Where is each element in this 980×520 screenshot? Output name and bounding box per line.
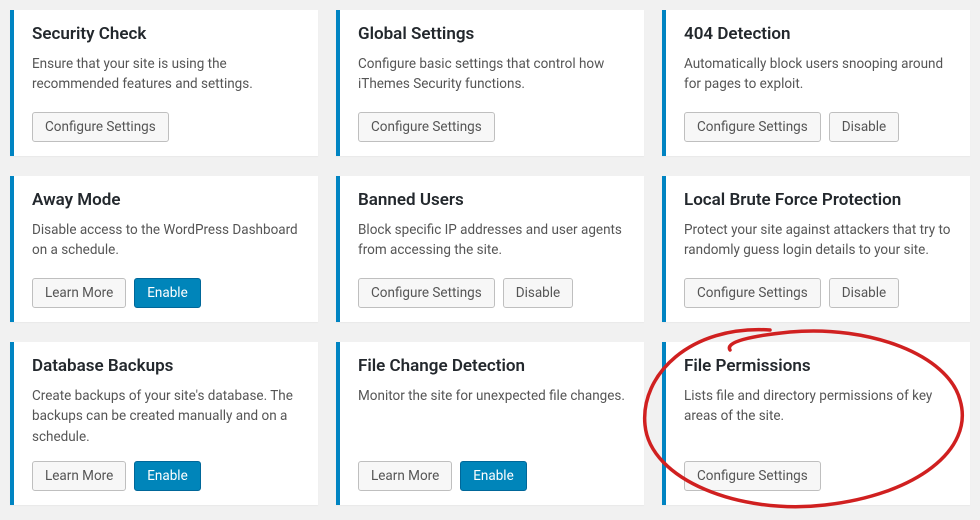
configure-settings-button[interactable]: Configure Settings [684,278,821,308]
disable-button[interactable]: Disable [829,112,899,142]
learn-more-button[interactable]: Learn More [32,461,126,491]
card-title: File Permissions [684,356,952,376]
disable-button[interactable]: Disable [503,278,573,308]
card-banned-users: Banned Users Block specific IP addresses… [336,176,644,322]
card-title: 404 Detection [684,24,952,44]
learn-more-button[interactable]: Learn More [32,278,126,308]
card-description: Block specific IP addresses and user age… [358,220,626,264]
configure-settings-button[interactable]: Configure Settings [358,112,495,142]
enable-button[interactable]: Enable [134,461,201,491]
card-description: Configure basic settings that control ho… [358,54,626,98]
card-title: Database Backups [32,356,300,376]
disable-button[interactable]: Disable [829,278,899,308]
security-settings-grid: Security Check Ensure that your site is … [10,10,970,505]
card-description: Monitor the site for unexpected file cha… [358,386,626,447]
card-local-brute-force-protection: Local Brute Force Protection Protect you… [662,176,970,322]
card-actions: Configure Settings Disable [358,278,626,308]
card-file-permissions: File Permissions Lists file and director… [662,342,970,505]
card-description: Automatically block users snooping aroun… [684,54,952,98]
card-file-change-detection: File Change Detection Monitor the site f… [336,342,644,505]
enable-button[interactable]: Enable [134,278,201,308]
configure-settings-button[interactable]: Configure Settings [684,112,821,142]
learn-more-button[interactable]: Learn More [358,461,452,491]
card-title: Away Mode [32,190,300,210]
card-title: Security Check [32,24,300,44]
card-title: File Change Detection [358,356,626,376]
card-404-detection: 404 Detection Automatically block users … [662,10,970,156]
card-actions: Configure Settings [358,112,626,142]
configure-settings-button[interactable]: Configure Settings [32,112,169,142]
card-description: Create backups of your site's database. … [32,386,300,447]
card-description: Ensure that your site is using the recom… [32,54,300,98]
card-actions: Configure Settings [32,112,300,142]
card-security-check: Security Check Ensure that your site is … [10,10,318,156]
card-actions: Configure Settings Disable [684,278,952,308]
card-title: Global Settings [358,24,626,44]
card-actions: Learn More Enable [32,278,300,308]
card-actions: Learn More Enable [358,461,626,491]
card-description: Protect your site against attackers that… [684,220,952,264]
card-description: Lists file and directory permissions of … [684,386,952,447]
card-title: Banned Users [358,190,626,210]
card-database-backups: Database Backups Create backups of your … [10,342,318,505]
card-title: Local Brute Force Protection [684,190,952,210]
enable-button[interactable]: Enable [460,461,527,491]
card-away-mode: Away Mode Disable access to the WordPres… [10,176,318,322]
card-actions: Learn More Enable [32,461,300,491]
card-actions: Configure Settings [684,461,952,491]
configure-settings-button[interactable]: Configure Settings [684,461,821,491]
card-actions: Configure Settings Disable [684,112,952,142]
card-global-settings: Global Settings Configure basic settings… [336,10,644,156]
card-description: Disable access to the WordPress Dashboar… [32,220,300,264]
configure-settings-button[interactable]: Configure Settings [358,278,495,308]
